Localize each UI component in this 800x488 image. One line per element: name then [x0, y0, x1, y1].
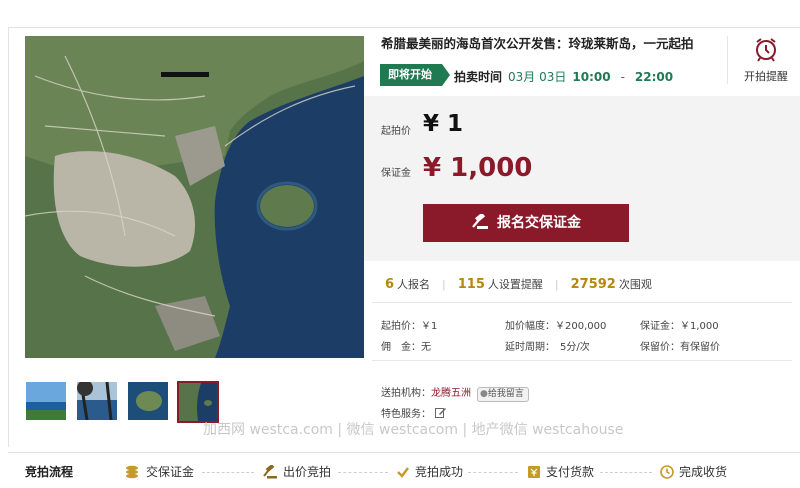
thumbnail-tree-view[interactable] — [77, 382, 117, 420]
alarm-clock-icon — [756, 38, 776, 62]
start-price-label: 起拍价 — [381, 126, 411, 137]
agency-row: 送拍机构：龙腾五洲 ●给我留言 — [381, 384, 529, 402]
check-icon — [397, 467, 409, 478]
edit-icon — [435, 408, 446, 418]
detail-deposit: 保证金：￥1,000 — [640, 321, 719, 332]
step-label: 竞拍成功 — [415, 465, 464, 479]
remind-button[interactable]: 开拍提醒 — [738, 36, 794, 84]
auction-date: 03月 03日 — [508, 70, 567, 84]
stats-row: 6 人报名 | 115 人设置提醒 | 27592 次围观 — [385, 276, 652, 292]
step-deposit: 交保证金 — [125, 463, 194, 480]
agency-label: 送拍机构： — [381, 388, 431, 399]
step-label: 完成收货 — [679, 465, 728, 479]
message-button[interactable]: ●给我留言 — [477, 387, 529, 402]
step-win: 竞拍成功 — [396, 463, 463, 480]
step-label: 出价竞拍 — [283, 465, 332, 479]
status-badge: 即将开始 — [380, 64, 450, 86]
divider — [372, 360, 792, 361]
auction-time: 拍卖时间 03月 03日 10:00-22:00 — [454, 68, 673, 85]
signup-count-label: 人报名 — [397, 278, 431, 291]
deposit-value: ¥ 1,000 — [423, 153, 533, 183]
gavel-icon — [472, 212, 488, 229]
remind-label: 开拍提醒 — [744, 70, 788, 83]
start-time: 10:00 — [572, 70, 611, 84]
gavel-icon — [263, 463, 277, 479]
step-label: 支付货款 — [546, 465, 595, 479]
flow-connector — [338, 472, 388, 473]
reminder-count: 115 — [457, 277, 485, 292]
start-price-value: ¥ 1 — [423, 111, 464, 137]
signup-count: 6 — [385, 277, 395, 292]
flow-connector — [468, 472, 518, 473]
coins-icon — [126, 465, 138, 479]
step-label: 交保证金 — [146, 465, 195, 479]
view-count-label: 次围观 — [618, 278, 652, 291]
stats-divider: | — [554, 278, 559, 291]
auction-title: 希腊最美丽的海岛首次公开发售：玲珑莱斯岛，一元起拍 — [381, 36, 694, 51]
end-time: 22:00 — [634, 70, 674, 84]
chat-icon: ● — [480, 389, 488, 399]
step-bid: 出价竞拍 — [262, 463, 331, 480]
thumbnail-island-aerial[interactable] — [128, 382, 168, 420]
signup-button-label: 报名交保证金 — [497, 215, 581, 231]
flow-title: 竞拍流程 — [25, 465, 74, 479]
reminder-count-label: 人设置提醒 — [487, 278, 543, 291]
step-payment: 支付货款 — [527, 463, 594, 480]
detail-reserve: 保留价：有保留价 — [640, 342, 720, 353]
service-row: 特色服务： — [381, 405, 447, 420]
detail-start-price: 起拍价：￥1 — [381, 321, 438, 332]
flow-connector — [600, 472, 652, 473]
detail-delay: 延时周期： 5分/次 — [505, 342, 590, 353]
signup-deposit-button[interactable]: 报名交保证金 — [423, 204, 629, 242]
step-receive: 完成收货 — [660, 463, 727, 480]
stats-divider: | — [442, 278, 446, 291]
flow-connector — [202, 472, 254, 473]
time-separator: - — [620, 70, 625, 84]
view-count: 27592 — [570, 277, 616, 292]
divider — [372, 302, 792, 303]
thumbnail-map-active[interactable] — [177, 381, 219, 423]
detail-increment: 加价幅度：￥200,000 — [505, 321, 607, 332]
deposit-label: 保证金 — [381, 168, 411, 179]
divider — [727, 36, 728, 84]
payment-icon — [528, 466, 540, 478]
detail-commission: 佣 金：无 — [381, 342, 431, 353]
time-label: 拍卖时间 — [454, 70, 503, 84]
thumbnail-sea-view[interactable] — [26, 382, 66, 420]
main-island-photo — [25, 36, 364, 358]
message-label: 给我留言 — [487, 389, 524, 399]
watermark: 加西网 westca.com | 微信 westcacom | 地产微信 wes… — [203, 422, 624, 438]
agency-name-link[interactable]: 龙腾五洲 — [431, 388, 471, 399]
clock-icon — [660, 465, 674, 479]
